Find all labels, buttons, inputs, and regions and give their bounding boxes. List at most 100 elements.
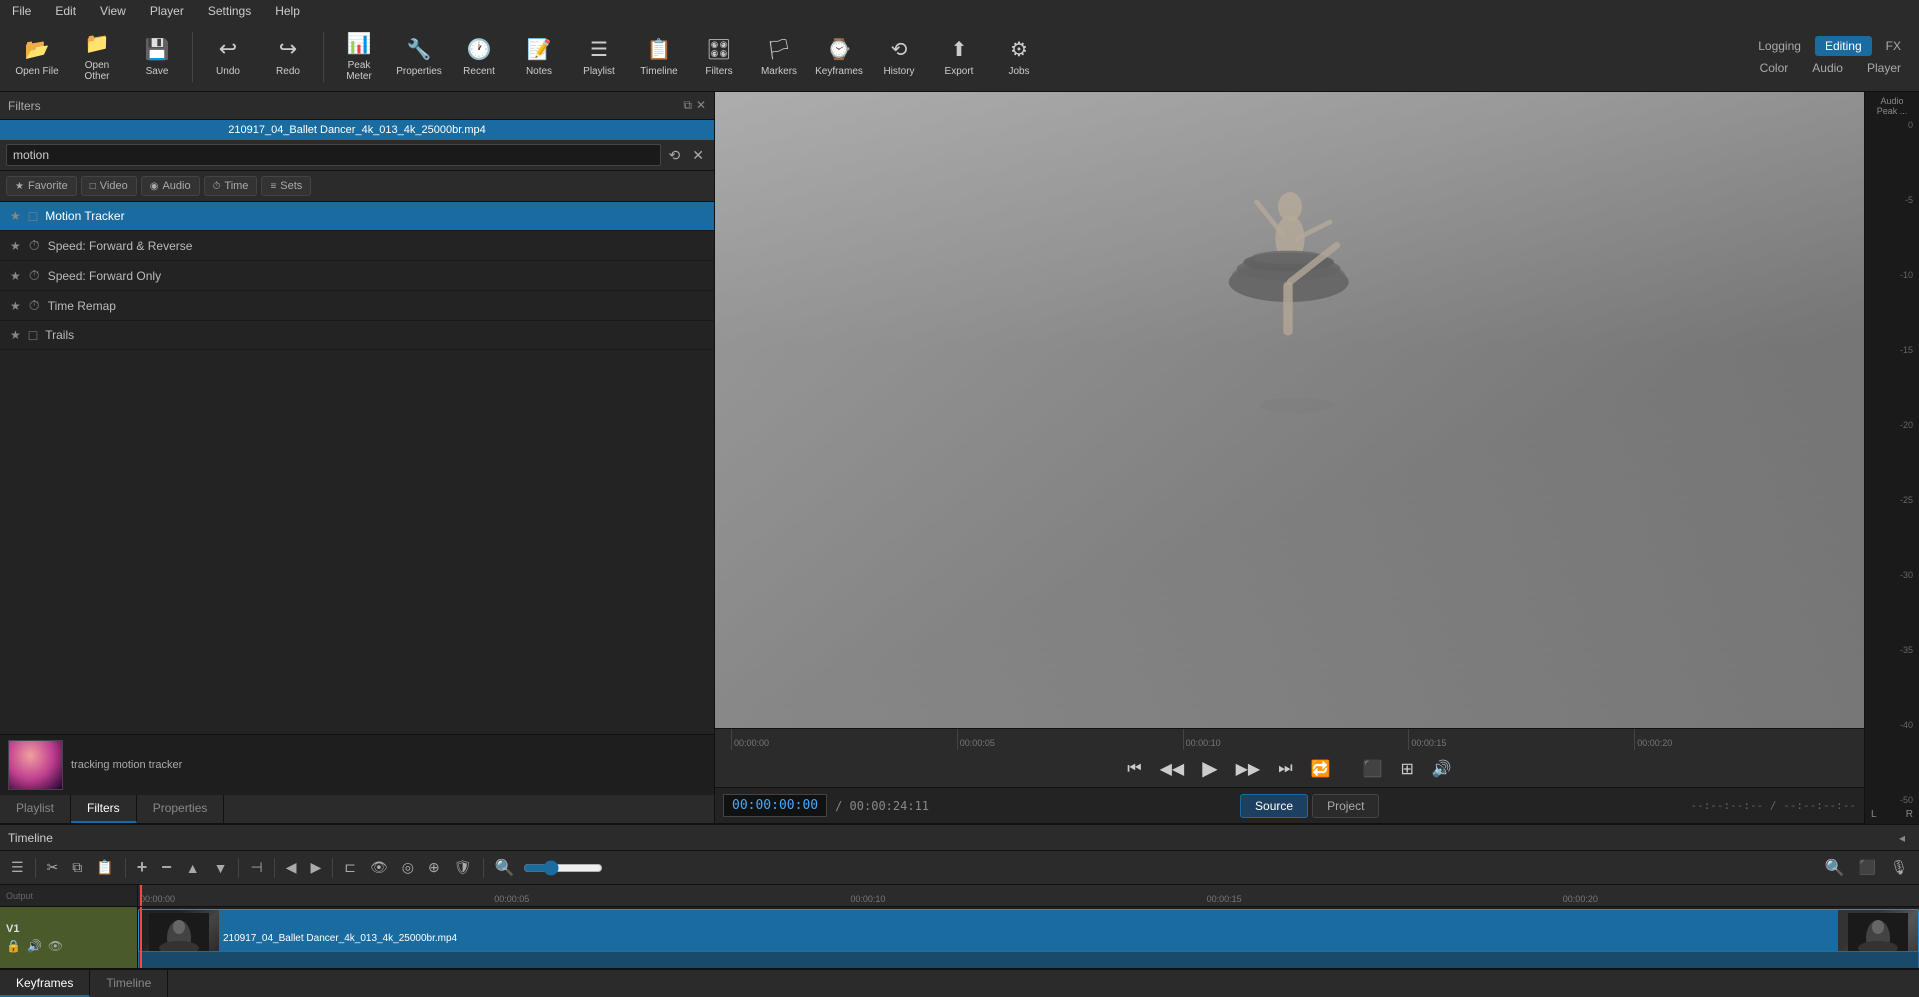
tl-overwrite-button[interactable]: ▼ [209, 858, 233, 878]
track-lock-icon[interactable]: 🔒 [6, 939, 21, 953]
tl-fit-button[interactable]: ⬛ [1854, 857, 1881, 878]
loop-button[interactable]: 🔁 [1305, 755, 1337, 783]
tab-timeline[interactable]: Timeline [90, 970, 168, 997]
peak-label-4: -20 [1900, 420, 1913, 430]
filter-item-time-remap[interactable]: ★ ⏱ Time Remap [0, 291, 714, 321]
markers-button[interactable]: 🏳 Markers [750, 27, 808, 87]
save-button[interactable]: 💾 Save [128, 27, 186, 87]
tl-zoom-out-button[interactable]: 🔍 [490, 856, 520, 880]
volume-button[interactable]: 🔊 [1426, 755, 1458, 783]
redo-button[interactable]: ↪ Redo [259, 27, 317, 87]
timeline-collapse-icon[interactable]: ◂ [1899, 831, 1911, 845]
tab-filters[interactable]: Filters [71, 795, 137, 823]
tl-split-button[interactable]: ⊣ [245, 857, 267, 878]
timeline-button[interactable]: 📋 Timeline [630, 27, 688, 87]
audio-clip-v1 [138, 951, 1919, 968]
mode-color-button[interactable]: Color [1750, 58, 1799, 78]
skip-to-end-button[interactable]: ⏭ [1272, 756, 1298, 782]
track-clips-area-v1[interactable]: 210917_04_Ballet Dancer_4k_013_4k_25000b… [138, 907, 1919, 968]
search-x-button[interactable]: ✕ [688, 147, 708, 164]
tl-next-button[interactable]: ▶ [305, 857, 326, 878]
tl-mic-button[interactable]: 🎙 [1885, 857, 1913, 878]
filter-item-motion-tracker[interactable]: ★ □ Motion Tracker [0, 202, 714, 231]
menu-file[interactable]: File [8, 2, 35, 20]
tl-loop-button[interactable]: ⊕ [423, 857, 445, 878]
tl-lock-button[interactable]: ◎ [397, 857, 419, 878]
open-file-button[interactable]: 📂 Open File [8, 27, 66, 87]
category-video-button[interactable]: □ Video [81, 176, 137, 196]
recent-icon: 🕐 [467, 37, 492, 62]
filters-search-input[interactable] [6, 144, 661, 166]
markers-label: Markers [761, 66, 797, 77]
notes-button[interactable]: 📝 Notes [510, 27, 568, 87]
tl-ripple-button[interactable]: 👁 [365, 857, 393, 878]
mode-logging-button[interactable]: Logging [1748, 36, 1811, 56]
mode-fx-button[interactable]: FX [1876, 36, 1911, 56]
history-button[interactable]: ⟲ History [870, 27, 928, 87]
track-mute-icon[interactable]: 🔊 [27, 939, 42, 953]
main-content: Filters ⧉ ✕ 210917_04_Ballet Dancer_4k_0… [0, 92, 1919, 824]
filters-list: ★ □ Motion Tracker ★ ⏱ Speed: Forward & … [0, 202, 714, 734]
tl-cut-button[interactable]: ✂ [42, 857, 64, 878]
playhead-marker[interactable] [140, 885, 142, 906]
peak-meter-button[interactable]: 📊 Peak Meter [330, 27, 388, 87]
tab-playlist[interactable]: Playlist [0, 795, 71, 823]
play-forward-button[interactable]: ▶▶ [1230, 755, 1267, 783]
menu-player[interactable]: Player [146, 2, 188, 20]
mode-player-button[interactable]: Player [1857, 58, 1911, 78]
tl-paste-button[interactable]: 📋 [91, 857, 118, 878]
source-button[interactable]: Source [1240, 794, 1308, 818]
fit-button[interactable]: ⬛ [1357, 755, 1389, 783]
category-time-button[interactable]: ⏱ Time [204, 176, 258, 196]
tab-keyframes[interactable]: Keyframes [0, 970, 90, 997]
search-clear-button[interactable]: ⟲ [665, 147, 685, 164]
menu-settings[interactable]: Settings [204, 2, 255, 20]
tl-zoom-slider[interactable] [523, 860, 603, 876]
tl-remove-button[interactable]: − [156, 855, 177, 880]
tl-add-button[interactable]: + [132, 855, 153, 880]
open-other-button[interactable]: 📁 Open Other [68, 27, 126, 87]
jobs-label: Jobs [1008, 66, 1029, 77]
category-sets-button[interactable]: ≡ Sets [261, 176, 311, 196]
history-icon: ⟲ [891, 37, 908, 62]
tl-prev-button[interactable]: ◀ [281, 857, 302, 878]
mode-audio-button[interactable]: Audio [1802, 58, 1853, 78]
play-pause-button[interactable]: ▶ [1196, 752, 1223, 785]
tl-shield-button[interactable]: 🛡 [449, 857, 477, 878]
export-button[interactable]: ⬆ Export [930, 27, 988, 87]
undo-button[interactable]: ↩ Undo [199, 27, 257, 87]
grid-button[interactable]: ⊞ [1394, 755, 1419, 783]
filters-close-icon[interactable]: ✕ [696, 98, 706, 113]
play-backward-button[interactable]: ◀◀ [1154, 755, 1191, 783]
filter-item-trails[interactable]: ★ □ Trails [0, 321, 714, 350]
category-favorite-button[interactable]: ★ Favorite [6, 176, 77, 196]
tl-snap-button[interactable]: ⊏ [339, 857, 361, 878]
menu-edit[interactable]: Edit [51, 2, 80, 20]
recent-button[interactable]: 🕐 Recent [450, 27, 508, 87]
track-visible-icon[interactable]: 👁 [48, 939, 63, 953]
tl-zoom-in-button[interactable]: 🔍 [1820, 856, 1850, 880]
tl-lift-button[interactable]: ▲ [181, 858, 205, 878]
filters-float-icon[interactable]: ⧉ [683, 98, 692, 113]
mode-editing-button[interactable]: Editing [1815, 36, 1872, 56]
filter-item-speed-fwd-rev[interactable]: ★ ⏱ Speed: Forward & Reverse [0, 231, 714, 261]
playback-controls: ⏮ ◀◀ ▶ ▶▶ ⏭ 🔁 ⬛ ⊞ 🔊 [715, 750, 1864, 788]
playlist-button[interactable]: ☰ Playlist [570, 27, 628, 87]
category-audio-button[interactable]: ◉ Audio [141, 176, 200, 196]
filter-item-speed-fwd-only[interactable]: ★ ⏱ Speed: Forward Only [0, 261, 714, 291]
skip-to-start-button[interactable]: ⏮ [1121, 756, 1147, 782]
tl-menu-button[interactable]: ☰ [6, 857, 29, 878]
jobs-button[interactable]: ⚙ Jobs [990, 27, 1048, 87]
properties-button[interactable]: 🔧 Properties [390, 27, 448, 87]
keyframes-button[interactable]: ⌚ Keyframes [810, 27, 868, 87]
ruler-track-area[interactable]: 00:00:00 00:00:05 00:00:10 00:00:15 00:0… [138, 885, 1919, 906]
tl-copy-button[interactable]: ⧉ [67, 857, 87, 878]
menu-view[interactable]: View [96, 2, 130, 20]
project-button[interactable]: Project [1312, 794, 1379, 818]
ruler-tick-0: 00:00:00 [731, 729, 957, 750]
filters-button[interactable]: 🎛 Filters [690, 27, 748, 87]
timecode-current[interactable]: 00:00:00:00 [723, 794, 827, 817]
filters-label: Filters [705, 66, 732, 77]
menu-help[interactable]: Help [271, 2, 304, 20]
tab-properties[interactable]: Properties [137, 795, 225, 823]
